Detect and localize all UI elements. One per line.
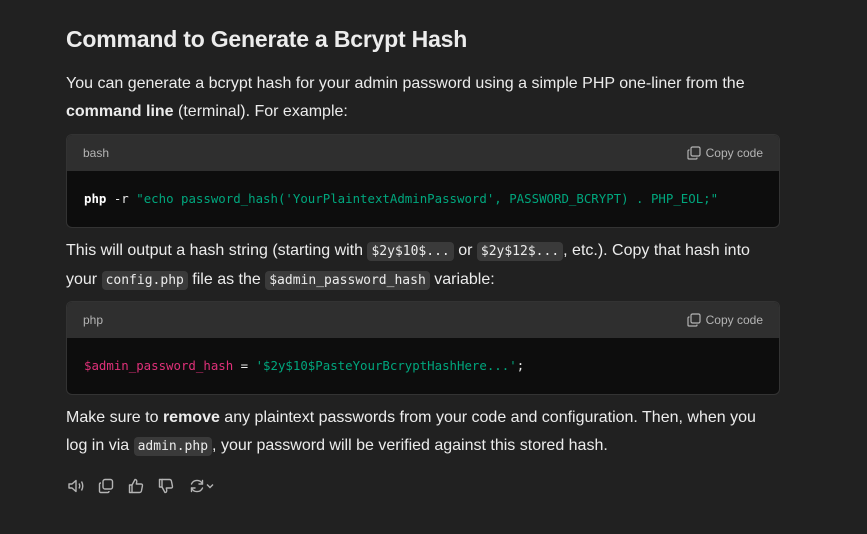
- code-content: php -r "echo password_hash('YourPlaintex…: [84, 191, 719, 206]
- regenerate-icon: [190, 479, 204, 493]
- inline-code: $2y$12$...: [476, 242, 564, 261]
- inline-code: $2y$10$...: [367, 242, 454, 261]
- inline-code: admin.php: [133, 437, 213, 456]
- code-language-label: php: [83, 313, 104, 327]
- copy-code-button[interactable]: Copy code: [687, 313, 763, 327]
- code-content: $admin_password_hash = '$2y$10$PasteYour…: [84, 358, 525, 373]
- code-block-php: php Copy code $admin_password_hash = '$2…: [66, 301, 780, 395]
- thumbs-down-icon: [158, 478, 174, 494]
- chevron-down-icon: [206, 484, 214, 489]
- code-block-bash: bash Copy code php -r "echo password_has…: [66, 134, 780, 228]
- thumbs-up-icon: [128, 478, 144, 494]
- copy-icon: [98, 478, 114, 494]
- copy-icon: [687, 146, 701, 160]
- closing-paragraph: Make sure to remove any plaintext passwo…: [66, 409, 756, 456]
- code-block-header: bash Copy code: [67, 135, 779, 171]
- intro-paragraph: You can generate a bcrypt hash for your …: [66, 75, 745, 120]
- section-heading: Command to Generate a Bcrypt Hash: [66, 26, 468, 52]
- good-response-button[interactable]: [127, 476, 145, 496]
- code-block-header: php Copy code: [67, 302, 779, 338]
- copy-icon: [687, 313, 701, 327]
- inline-code: config.php: [101, 271, 188, 290]
- code-language-label: bash: [83, 146, 110, 160]
- bad-response-button[interactable]: [157, 476, 175, 496]
- explanation-paragraph: This will output a hash string (starting…: [66, 242, 750, 290]
- read-aloud-button[interactable]: [67, 476, 85, 496]
- message-actions: [67, 476, 217, 496]
- read-aloud-icon: [68, 479, 84, 493]
- copy-response-button[interactable]: [97, 476, 115, 496]
- regenerate-button[interactable]: [187, 476, 217, 496]
- copy-code-button[interactable]: Copy code: [687, 146, 763, 160]
- inline-code: $admin_password_hash: [265, 271, 430, 290]
